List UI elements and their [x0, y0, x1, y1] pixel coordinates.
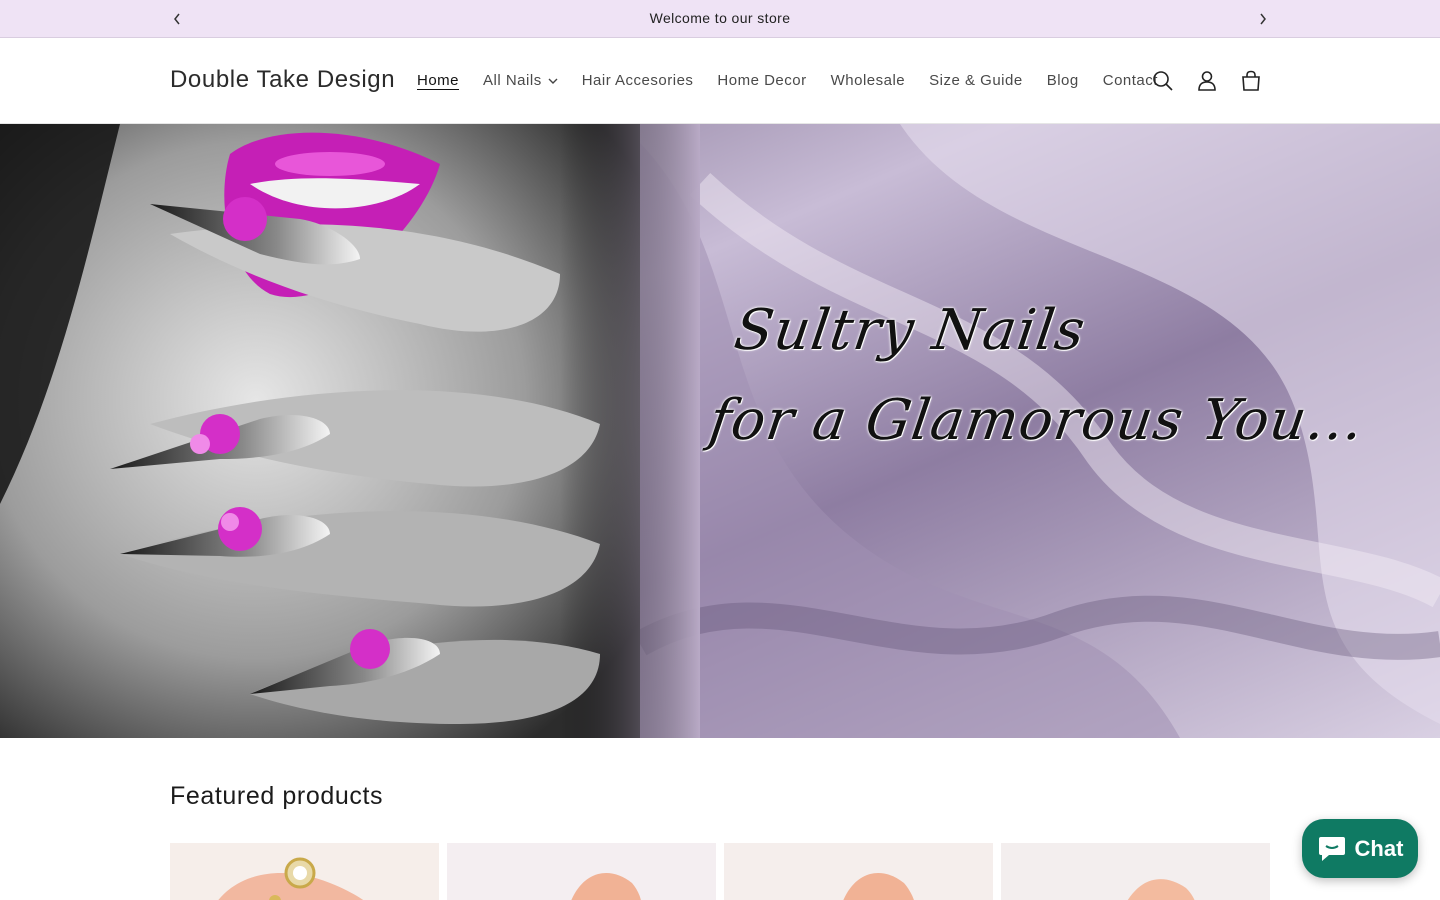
product-image [724, 843, 993, 900]
main-nav: Home All Nails Hair Accesories Home Deco… [405, 72, 1170, 89]
nav-item-hair-accessories[interactable]: Hair Accesories [570, 72, 706, 89]
nav-item-home-decor[interactable]: Home Decor [705, 72, 818, 89]
product-image [1001, 843, 1270, 900]
chat-button[interactable]: Chat [1302, 819, 1418, 878]
product-image [170, 843, 439, 900]
product-card[interactable] [1001, 843, 1270, 900]
product-card[interactable] [724, 843, 993, 900]
nav-item-size-guide[interactable]: Size & Guide [917, 72, 1035, 89]
search-icon [1153, 71, 1173, 91]
product-card[interactable] [447, 843, 716, 900]
search-button[interactable] [1141, 64, 1185, 98]
product-card[interactable] [170, 843, 439, 900]
chat-label: Chat [1354, 835, 1404, 861]
cart-button[interactable] [1229, 64, 1273, 98]
hero-headline-line-2: for a Glamorous You... [705, 388, 1368, 453]
cart-icon [1242, 70, 1260, 91]
chat-bubble-icon [1318, 836, 1345, 861]
nav-item-wholesale[interactable]: Wholesale [819, 72, 918, 89]
chevron-down-icon [548, 78, 558, 84]
account-button[interactable] [1185, 64, 1229, 98]
nav-item-blog[interactable]: Blog [1035, 72, 1091, 89]
product-grid [170, 843, 1270, 900]
announcement-next-button[interactable] [1253, 9, 1273, 29]
nav-item-home[interactable]: Home [405, 72, 471, 89]
header-icons [1141, 64, 1273, 98]
announcement-text: Welcome to our store [649, 10, 791, 26]
store-logo[interactable]: Double Take Design [170, 66, 395, 94]
hero-headline-line-1: Sultry Nails [730, 298, 1090, 363]
featured-products-title: Featured products [170, 782, 384, 810]
account-icon [1198, 71, 1216, 91]
nav-item-all-nails-label: All Nails [483, 72, 542, 89]
announcement-bar: Welcome to our store [0, 0, 1440, 38]
product-image [447, 843, 716, 900]
chevron-right-icon [1260, 13, 1266, 25]
hero-banner: Sultry Nails for a Glamorous You... [0, 124, 1440, 738]
site-header: Double Take Design Home All Nails Hair A… [0, 39, 1440, 124]
nav-item-all-nails[interactable]: All Nails [471, 72, 570, 89]
